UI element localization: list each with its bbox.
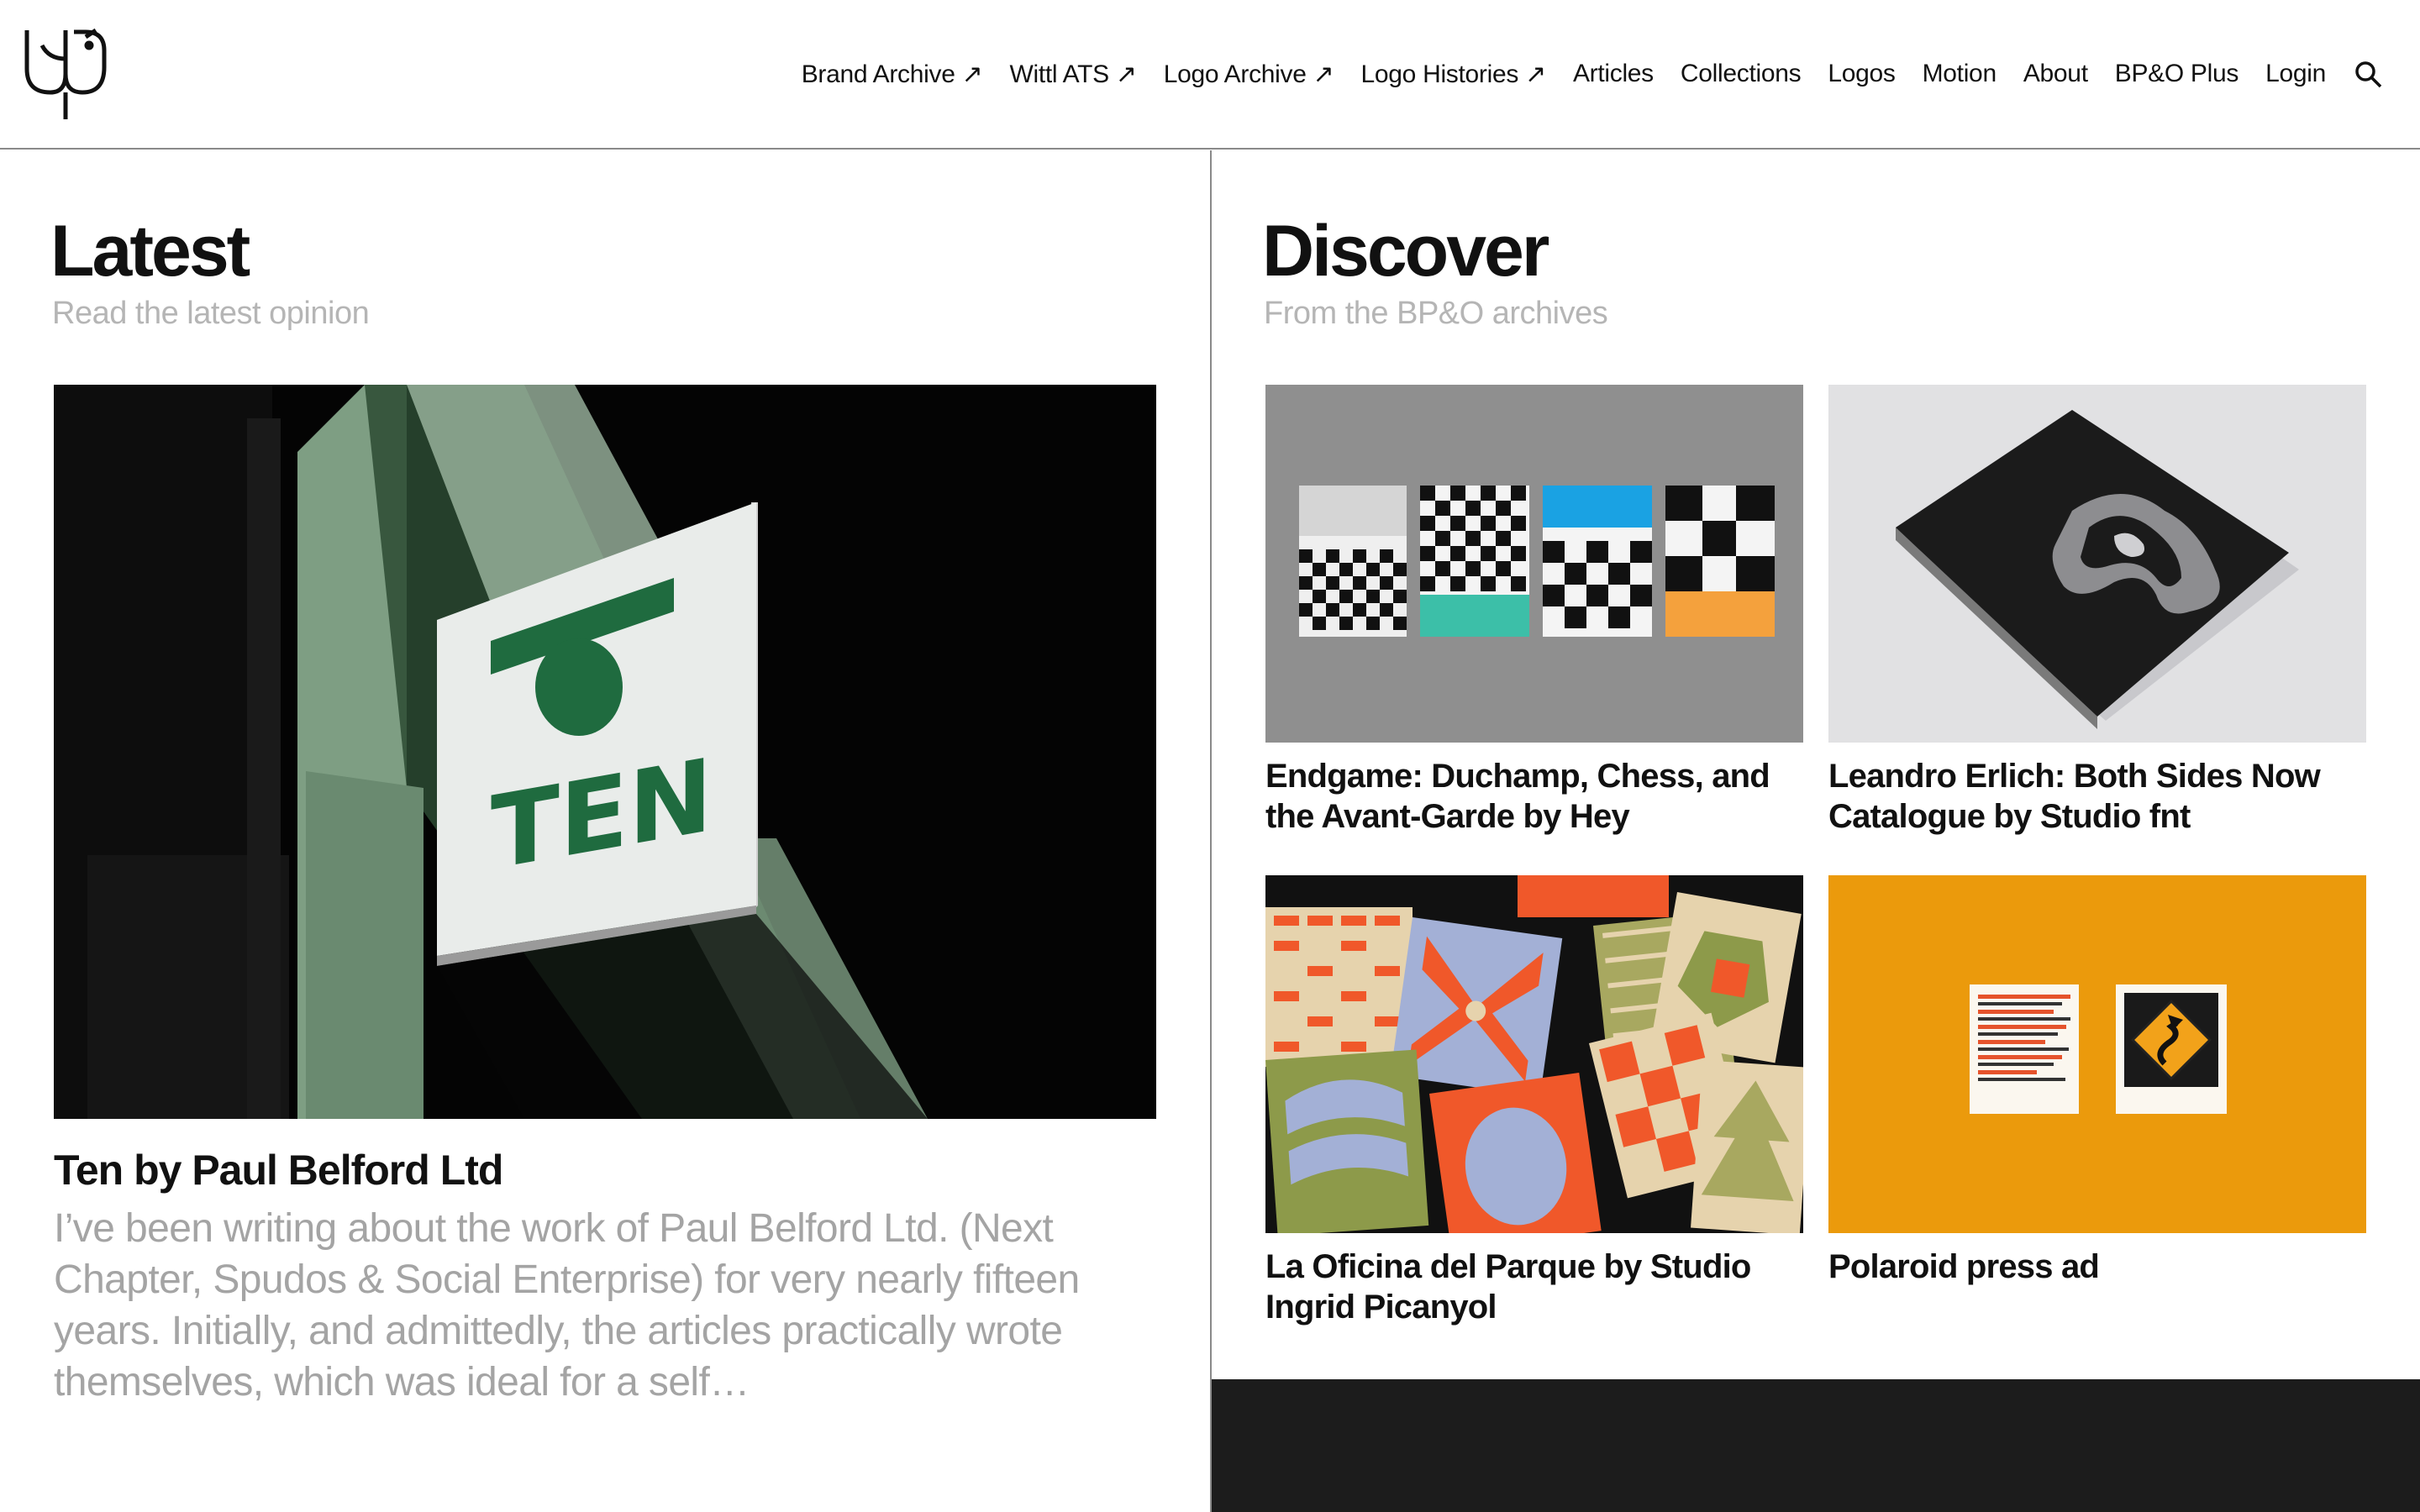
column-divider bbox=[1210, 150, 1212, 1512]
nav-wittl-ats[interactable]: Wittl ATS ↗ bbox=[1009, 60, 1137, 89]
card-image-la-oficina[interactable] bbox=[1265, 875, 1803, 1233]
discover-card-leandro-erlich[interactable]: Leandro Erlich: Both Sides Now Catalogue… bbox=[1828, 385, 2366, 837]
main-nav: Brand Archive ↗ Wittl ATS ↗ Logo Archive… bbox=[802, 55, 2383, 92]
card-title-la-oficina[interactable]: La Oficina del Parque by Studio Ingrid P… bbox=[1265, 1247, 1803, 1327]
nav-login[interactable]: Login bbox=[2265, 60, 2326, 88]
discover-card-endgame[interactable]: Endgame: Duchamp, Chess, and the Avant-G… bbox=[1265, 385, 1803, 837]
card-title-leandro-erlich[interactable]: Leandro Erlich: Both Sides Now Catalogue… bbox=[1828, 756, 2366, 837]
nav-collections[interactable]: Collections bbox=[1681, 60, 1802, 88]
discover-heading: Discover bbox=[1262, 211, 1549, 291]
footer-band bbox=[1212, 1379, 2420, 1512]
latest-subheading: Read the latest opinion bbox=[52, 296, 370, 331]
nav-logos[interactable]: Logos bbox=[1828, 60, 1896, 88]
search-icon[interactable] bbox=[2353, 59, 2383, 89]
bpo-logo-icon[interactable] bbox=[24, 25, 109, 123]
nav-about[interactable]: About bbox=[2023, 60, 2088, 88]
nav-logo-histories[interactable]: Logo Histories ↗ bbox=[1361, 60, 1547, 89]
nav-bpo-plus[interactable]: BP&O Plus bbox=[2115, 60, 2239, 88]
latest-article-title[interactable]: Ten by Paul Belford Ltd bbox=[54, 1146, 503, 1194]
latest-heading: Latest bbox=[50, 211, 250, 291]
latest-article-image[interactable]: TEN bbox=[54, 385, 1156, 1119]
nav-logo-archive[interactable]: Logo Archive ↗ bbox=[1164, 60, 1334, 89]
card-image-polaroid[interactable] bbox=[1828, 875, 2366, 1233]
nav-brand-archive[interactable]: Brand Archive ↗ bbox=[802, 60, 983, 89]
card-title-polaroid[interactable]: Polaroid press ad bbox=[1828, 1247, 2366, 1287]
latest-article-excerpt: I’ve been writing about the work of Paul… bbox=[54, 1206, 1080, 1404]
card-image-endgame[interactable] bbox=[1265, 385, 1803, 743]
nav-motion[interactable]: Motion bbox=[1923, 60, 1997, 88]
card-image-leandro-erlich[interactable] bbox=[1828, 385, 2366, 743]
discover-card-polaroid[interactable]: Polaroid press ad bbox=[1828, 875, 2366, 1287]
nav-articles[interactable]: Articles bbox=[1573, 60, 1654, 88]
discover-subheading: From the BP&O archives bbox=[1264, 296, 1608, 331]
site-header: Brand Archive ↗ Wittl ATS ↗ Logo Archive… bbox=[0, 0, 2420, 150]
discover-card-la-oficina[interactable]: La Oficina del Parque by Studio Ingrid P… bbox=[1265, 875, 1803, 1327]
card-title-endgame[interactable]: Endgame: Duchamp, Chess, and the Avant-G… bbox=[1265, 756, 1803, 837]
